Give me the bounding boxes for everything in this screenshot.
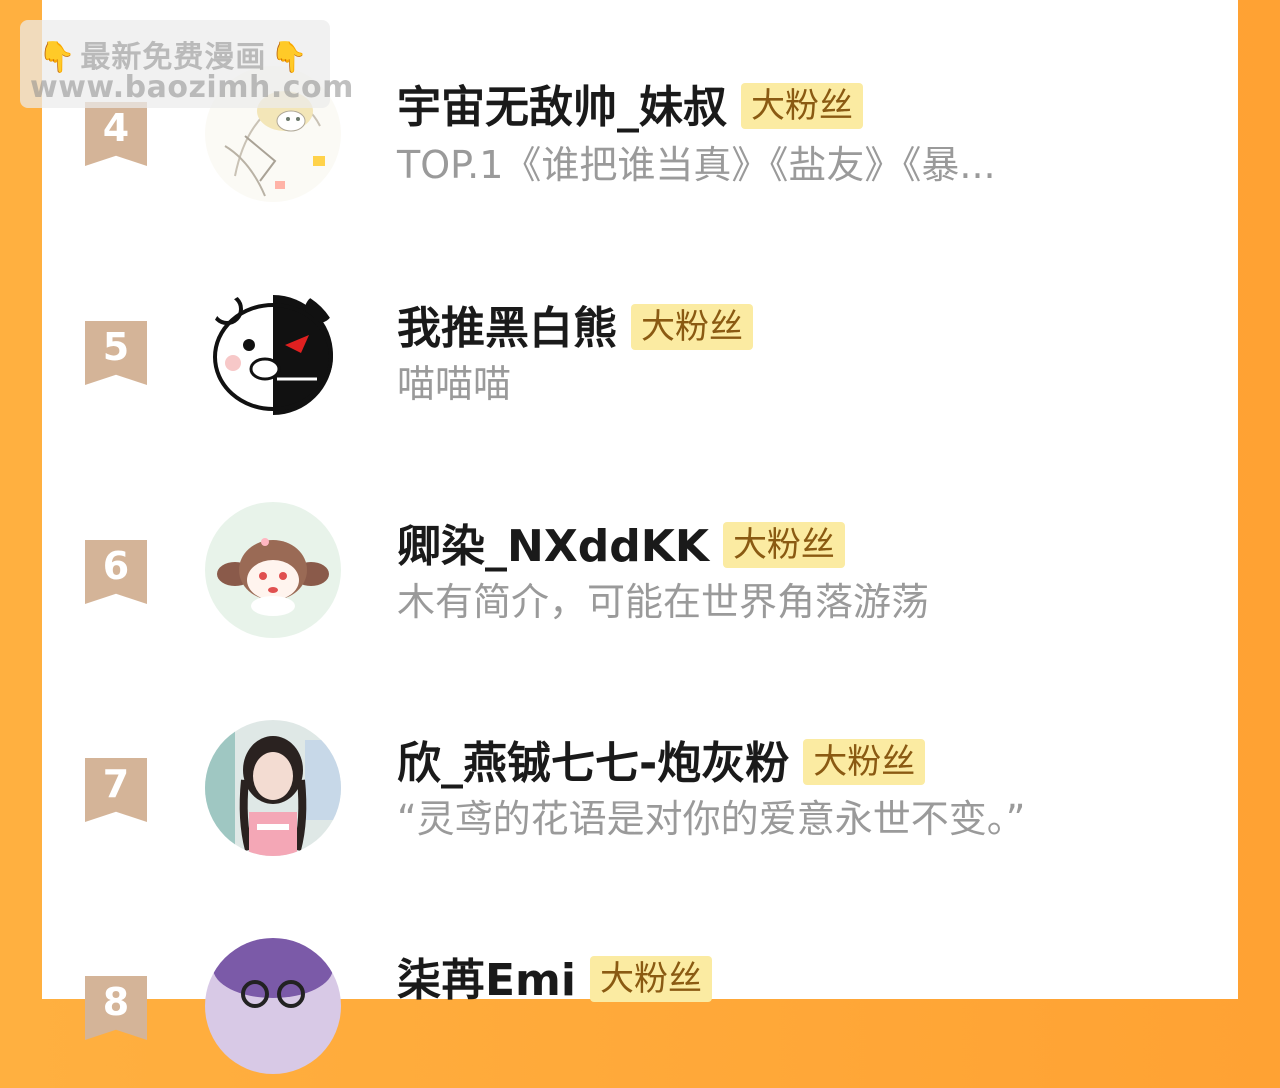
fan-name-text: 宇宙无敌帅_妹叔 (397, 82, 727, 133)
fan-name-text: 柒苒Emi (397, 955, 576, 1006)
fan-description: 喵喵喵 (397, 362, 512, 406)
fan-name-text: 欣_燕铖七七-炮灰粉 (397, 738, 790, 789)
fan-name-text: 我推黑白熊 (397, 303, 617, 354)
rank-ribbon: 7 (85, 758, 147, 822)
rank-number: 6 (102, 544, 130, 588)
rank-ribbon: 4 (85, 102, 147, 166)
fan-ranking-panel: 4 宇宙无敌帅_妹叔 大粉丝 TOP.1《谁把谁当真》《盐友》《暴... 5 我… (42, 0, 1238, 1074)
fan-row[interactable]: 5 我推黑白熊 大粉丝 喵喵喵 (42, 283, 1238, 433)
watermark-url: www.baozimh.com (30, 70, 354, 105)
site-watermark: 👇 最新免费漫画 👇 www.baozimh.com (20, 20, 353, 108)
chibi-girl-avatar-image (205, 502, 341, 638)
avatar[interactable] (205, 287, 341, 423)
big-fan-badge: 大粉丝 (631, 304, 753, 350)
fan-name[interactable]: 宇宙无敌帅_妹叔 大粉丝 (397, 82, 863, 134)
avatar[interactable] (205, 720, 341, 856)
black-white-bear-avatar-image (205, 287, 341, 423)
rank-number: 7 (102, 762, 130, 806)
rank-number: 4 (102, 106, 130, 150)
rank-ribbon: 5 (85, 321, 147, 385)
fan-row[interactable]: 8 柒苒Emi 大粉丝 (42, 938, 1238, 1088)
fan-name[interactable]: 我推黑白熊 大粉丝 (397, 303, 753, 355)
big-fan-badge: 大粉丝 (722, 522, 845, 568)
fan-row[interactable]: 6 卿染_NXddKK 大粉丝 木有简介，可能在世界角落游荡 (42, 502, 1238, 652)
big-fan-badge: 大粉丝 (803, 739, 926, 785)
rank-number: 5 (102, 325, 130, 369)
big-fan-badge: 大粉丝 (741, 83, 863, 129)
fan-name[interactable]: 卿染_NXddKK 大粉丝 (397, 521, 845, 573)
rank-number: 8 (102, 980, 130, 1024)
fan-description: 木有简介，可能在世界角落游荡 (397, 580, 930, 624)
big-fan-badge: 大粉丝 (590, 956, 712, 1002)
fan-name[interactable]: 柒苒Emi 大粉丝 (397, 955, 712, 1007)
fan-description: TOP.1《谁把谁当真》《盐友》《暴... (397, 143, 996, 187)
fan-name-text: 卿染_NXddKK (397, 521, 709, 572)
fan-name[interactable]: 欣_燕铖七七-炮灰粉 大粉丝 (397, 738, 926, 790)
rank-ribbon: 8 (85, 976, 147, 1040)
avatar[interactable] (205, 502, 341, 638)
girl-photo-avatar-image (205, 720, 341, 856)
purple-hat-avatar-image (205, 938, 341, 1074)
avatar[interactable] (205, 938, 341, 1074)
fan-row[interactable]: 7 欣_燕铖七七-炮灰粉 大粉丝 “灵鸢的花语是对你的爱意永世不变。” (42, 720, 1238, 870)
rank-ribbon: 6 (85, 540, 147, 604)
fan-description: “灵鸢的花语是对你的爱意永世不变。” (397, 797, 1026, 841)
